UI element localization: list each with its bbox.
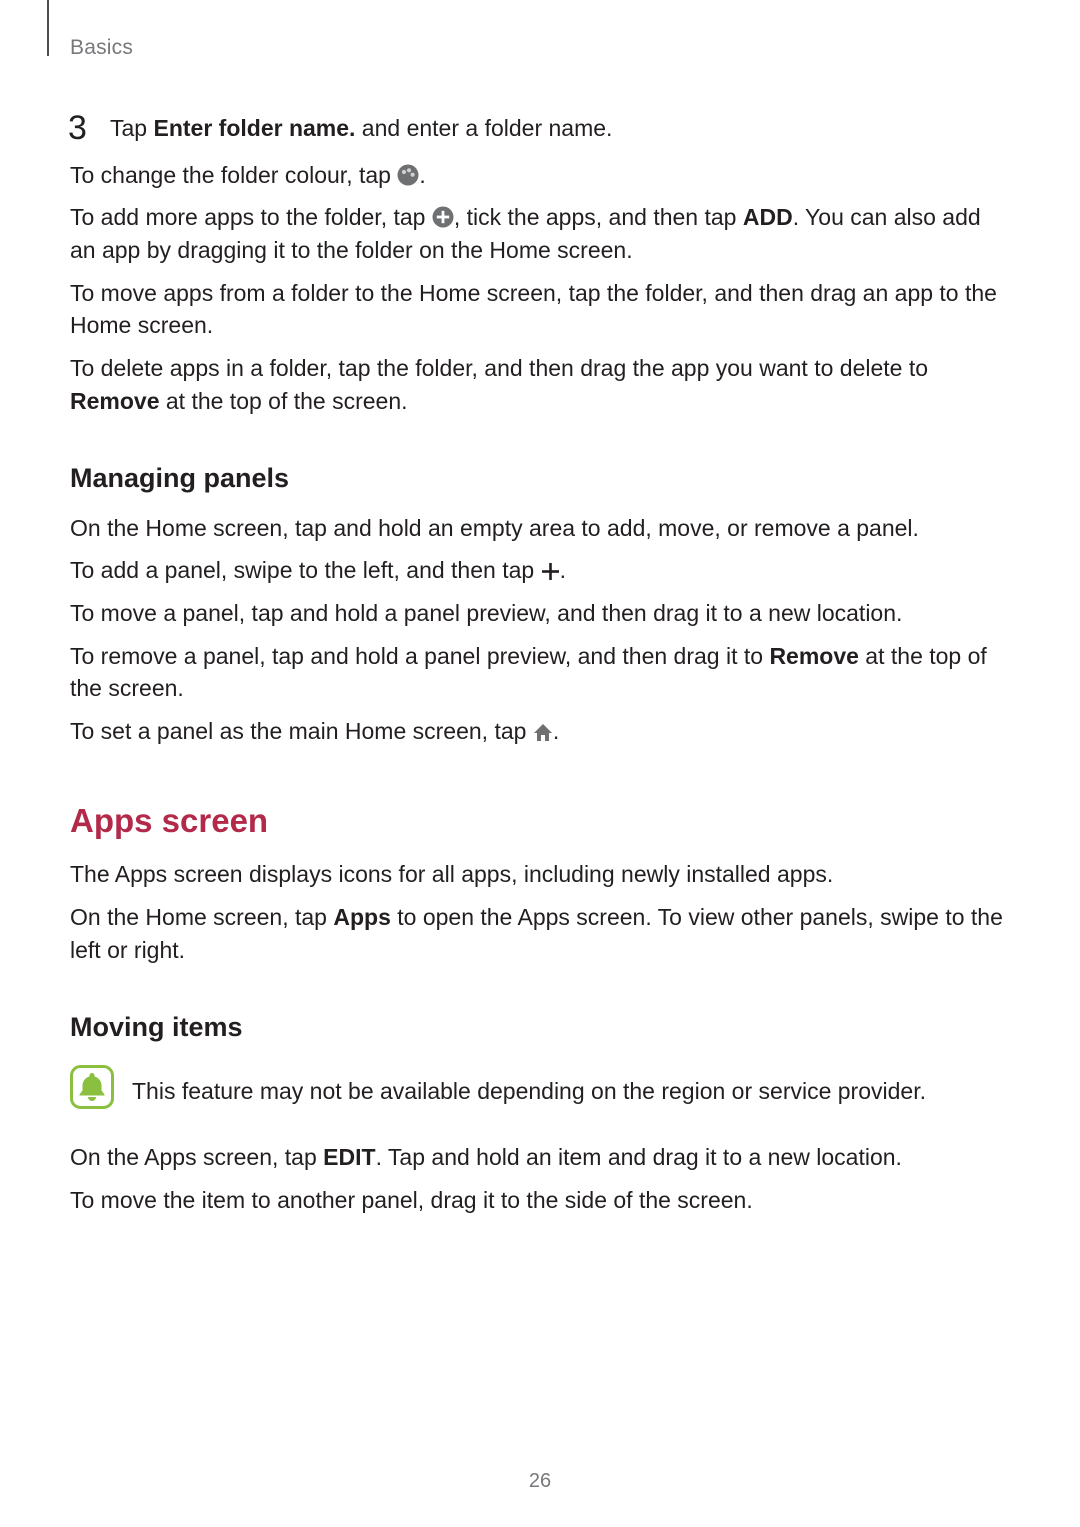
managing-panels-p1: On the Home screen, tap and hold an empt…: [70, 512, 1010, 545]
managing-panels-p5: To set a panel as the main Home screen, …: [70, 715, 1010, 748]
header: Basics: [70, 36, 1010, 54]
text: .: [419, 162, 425, 188]
step-3: 3 Tap Enter folder name. and enter a fol…: [70, 112, 1010, 145]
section-title: Basics: [70, 36, 133, 59]
text: On the Home screen, tap: [70, 904, 333, 930]
text-bold: Apps: [333, 904, 391, 930]
text: To add a panel, swipe to the left, and t…: [70, 557, 541, 583]
note-box: This feature may not be available depend…: [70, 1065, 1010, 1118]
step-3-line-2: To change the folder colour, tap .: [70, 159, 1010, 192]
text: .: [560, 557, 566, 583]
text: . Tap and hold an item and drag it to a …: [376, 1144, 902, 1170]
managing-panels-p3: To move a panel, tap and hold a panel pr…: [70, 597, 1010, 630]
text: To change the folder colour, tap: [70, 162, 397, 188]
text: at the top of the screen.: [159, 388, 407, 414]
page: Basics 3 Tap Enter folder name. and ente…: [0, 0, 1080, 1527]
header-rule: [47, 0, 49, 56]
heading-moving-items: Moving items: [70, 1008, 1010, 1046]
text: To delete apps in a folder, tap the fold…: [70, 355, 928, 381]
plus-circle-icon: [432, 206, 454, 228]
home-icon: [533, 723, 553, 742]
bell-icon: [70, 1065, 114, 1118]
plus-icon: [541, 562, 560, 581]
apps-screen-p1: The Apps screen displays icons for all a…: [70, 858, 1010, 891]
heading-managing-panels: Managing panels: [70, 459, 1010, 497]
heading-apps-screen: Apps screen: [70, 798, 1010, 845]
text: To add more apps to the folder, tap: [70, 204, 432, 230]
text-bold: Remove: [70, 388, 159, 414]
page-number: 26: [0, 1470, 1080, 1493]
moving-items-p1: On the Apps screen, tap EDIT. Tap and ho…: [70, 1141, 1010, 1174]
palette-icon: [397, 164, 419, 186]
text: , tick the apps, and then tap: [454, 204, 743, 230]
text: .: [553, 718, 559, 744]
managing-panels-p4: To remove a panel, tap and hold a panel …: [70, 640, 1010, 705]
text: To set a panel as the main Home screen, …: [70, 718, 533, 744]
managing-panels-p2: To add a panel, swipe to the left, and t…: [70, 554, 1010, 587]
text-bold: Remove: [769, 643, 858, 669]
step-number: 3: [68, 104, 87, 152]
step-3-line-3: To add more apps to the folder, tap , ti…: [70, 201, 1010, 266]
apps-screen-p2: On the Home screen, tap Apps to open the…: [70, 901, 1010, 966]
step-3-line-1: Tap Enter folder name. and enter a folde…: [110, 112, 1010, 145]
para-move-from-folder: To move apps from a folder to the Home s…: [70, 277, 1010, 342]
note-text: This feature may not be available depend…: [132, 1075, 926, 1107]
text: To remove a panel, tap and hold a panel …: [70, 643, 769, 669]
text: and enter a folder name.: [355, 115, 612, 141]
text-bold: ADD: [743, 204, 793, 230]
text-bold: Enter folder name.: [153, 115, 355, 141]
para-delete-apps: To delete apps in a folder, tap the fold…: [70, 352, 1010, 417]
content: 3 Tap Enter folder name. and enter a fol…: [70, 112, 1010, 1217]
text: On the Apps screen, tap: [70, 1144, 323, 1170]
text-bold: EDIT: [323, 1144, 375, 1170]
text: Tap: [110, 115, 153, 141]
moving-items-p2: To move the item to another panel, drag …: [70, 1184, 1010, 1217]
